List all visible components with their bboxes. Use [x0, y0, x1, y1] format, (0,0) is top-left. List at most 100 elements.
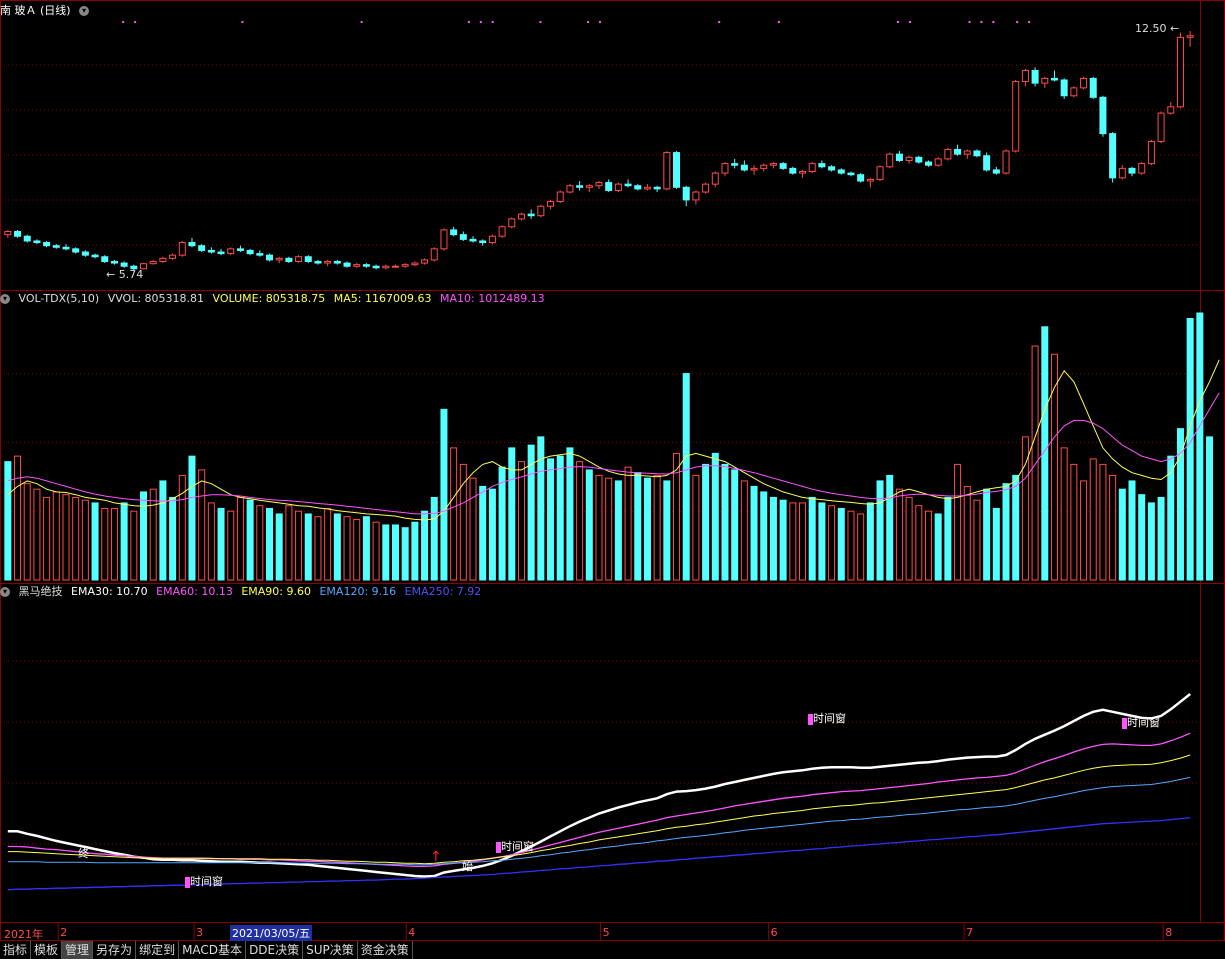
volume-bar — [605, 477, 613, 581]
volume-bar — [663, 480, 671, 581]
volume-bar — [130, 510, 138, 581]
tab-indicator[interactable]: 指标 — [0, 941, 32, 959]
candle-body — [459, 234, 467, 240]
tab-bind-to[interactable]: 绑定到 — [136, 941, 180, 959]
volume-bar — [198, 469, 206, 581]
volume-bar — [711, 452, 719, 581]
candle-body — [750, 167, 758, 171]
volume-bar — [1012, 474, 1020, 581]
volume-bar — [760, 491, 768, 581]
volume-bar — [789, 502, 797, 581]
candle-body — [692, 191, 700, 201]
candle-body — [682, 186, 690, 201]
volume-bar — [1138, 494, 1146, 581]
chevron-down-icon[interactable]: ▾ — [0, 294, 10, 304]
candle-body — [275, 257, 283, 261]
candle-body — [1080, 77, 1088, 89]
volume-bar — [333, 513, 341, 581]
volume-bar — [924, 510, 933, 581]
event-dot — [491, 21, 494, 23]
candle-body — [1012, 81, 1020, 152]
volume-bar — [62, 494, 70, 581]
volume-bar — [808, 496, 816, 581]
candle-body — [934, 158, 942, 166]
volume-value: VOLUME: 805318.75 — [212, 292, 326, 305]
event-dot — [122, 21, 125, 23]
volume-bar — [634, 472, 642, 581]
candle-body — [711, 172, 719, 185]
candle-body — [353, 264, 361, 267]
candle-body — [886, 153, 894, 168]
tab-sup[interactable]: SUP决策 — [303, 941, 358, 959]
ema30-value: EMA30: 10.70 — [71, 585, 148, 598]
ema-indicator-name[interactable]: 黑马绝技 — [19, 585, 63, 598]
candle-body — [828, 166, 836, 171]
candle-body — [236, 248, 244, 251]
event-dot — [539, 21, 542, 23]
chevron-down-icon[interactable]: ▾ — [0, 587, 10, 597]
candle-body — [430, 248, 438, 261]
candle-body — [769, 163, 777, 166]
candle-body — [1167, 106, 1175, 114]
volume-bar — [421, 510, 429, 581]
volume-bar — [847, 510, 855, 581]
candle-body — [1186, 35, 1194, 38]
volume-bar — [110, 507, 118, 581]
volume-bar — [372, 521, 380, 581]
volume-bar — [934, 513, 942, 581]
candle-body — [963, 150, 971, 155]
candle-body — [256, 253, 264, 256]
volume-bar — [1002, 483, 1010, 581]
event-dot — [1016, 21, 1019, 23]
candle-body — [1147, 141, 1155, 165]
volume-bar — [750, 485, 758, 581]
ema90-line — [7, 754, 1191, 865]
candle-body — [227, 248, 235, 255]
candle-body — [324, 260, 332, 264]
candle-body — [992, 169, 1000, 174]
candle-body — [556, 191, 564, 203]
candle-body — [634, 185, 642, 190]
volume-bar — [876, 480, 884, 581]
candle-body — [1041, 77, 1049, 84]
ema120-value: EMA120: 9.16 — [319, 585, 397, 598]
candle-body — [343, 262, 351, 267]
volume-bar — [1089, 458, 1097, 581]
candle-body — [498, 226, 506, 237]
tab-save-as[interactable]: 另存为 — [93, 941, 137, 959]
volume-bar — [353, 518, 361, 581]
candle-body — [731, 163, 739, 166]
candle-body — [866, 178, 874, 182]
tab-template[interactable]: 模板 — [31, 941, 63, 959]
candle-body — [207, 249, 215, 253]
volume-bar — [983, 488, 991, 581]
volume-bar — [33, 488, 41, 581]
volume-bar — [1128, 480, 1136, 581]
volume-bar — [731, 469, 739, 581]
tab-capital[interactable]: 资金决策 — [358, 941, 413, 959]
candle-body — [33, 240, 41, 244]
tab-macd-basic[interactable]: MACD基本 — [179, 941, 247, 959]
ema-panel-header: ▾ 黑马绝技 EMA30: 10.70 EMA60: 10.13 EMA90: … — [0, 584, 486, 600]
volume-bar — [23, 483, 31, 581]
candle-body — [159, 257, 167, 262]
price-min-label: ← 5.74 — [106, 268, 144, 281]
volume-bar — [828, 505, 836, 581]
tab-manage[interactable]: 管理 — [62, 941, 94, 959]
volume-bar — [391, 524, 399, 581]
volume-bar — [866, 502, 874, 581]
volume-bar — [188, 455, 196, 581]
tab-dde[interactable]: DDE决策 — [246, 941, 304, 959]
candle-body — [450, 229, 458, 236]
vvol-value: VVOL: 805318.81 — [107, 292, 205, 305]
candle-body — [1109, 133, 1117, 179]
candle-body — [149, 260, 157, 265]
candle-body — [624, 183, 632, 187]
chevron-down-icon[interactable]: ▾ — [79, 6, 90, 16]
event-dot — [777, 21, 780, 23]
volume-bar — [178, 474, 186, 581]
candle-body — [110, 260, 118, 264]
vol-indicator-name[interactable]: VOL-TDX(5,10) — [19, 292, 100, 305]
event-dot — [992, 21, 995, 23]
candle-body — [372, 265, 380, 269]
